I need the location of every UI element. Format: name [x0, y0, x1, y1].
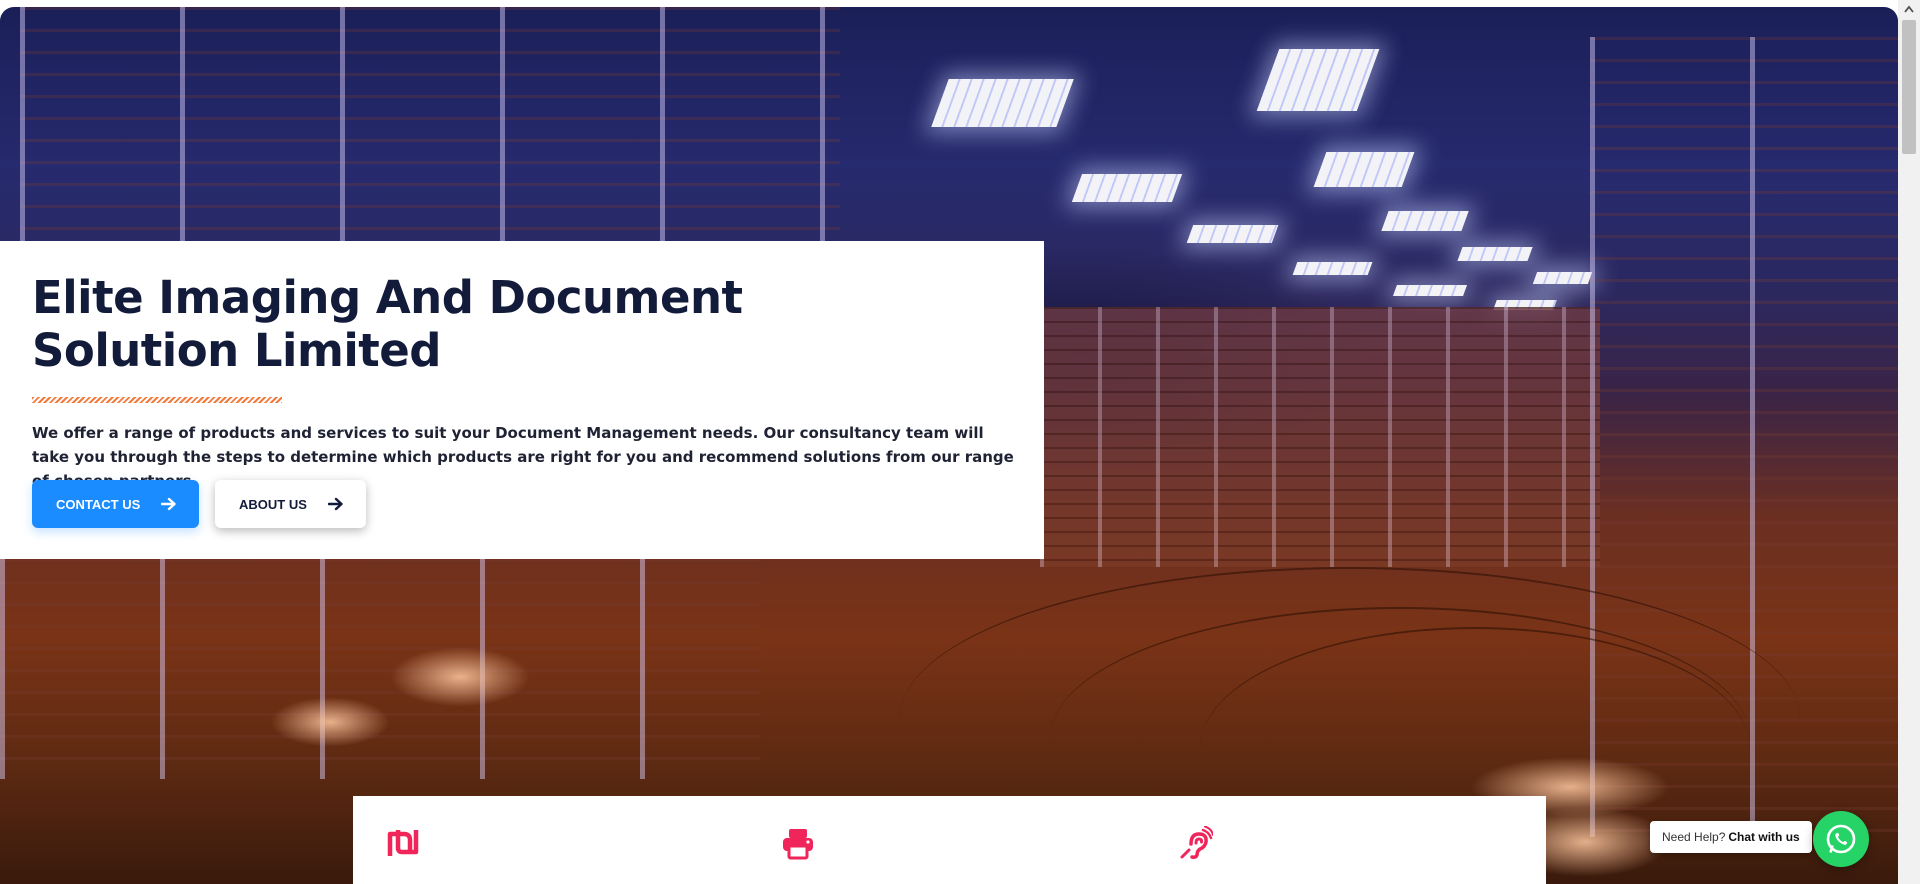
- hero-card: Elite Imaging And Document Solution Limi…: [0, 241, 1044, 559]
- printer-icon: [783, 829, 813, 860]
- chat-prompt-prefix: Need Help?: [1662, 830, 1726, 844]
- about-us-button[interactable]: ABOUT US: [215, 480, 366, 528]
- arrow-right-icon: [328, 497, 343, 511]
- caret-up-icon: [1904, 5, 1914, 13]
- whatsapp-icon: [1826, 824, 1856, 854]
- arrow-right-icon: [161, 497, 176, 511]
- contact-us-label: CONTACT US: [56, 496, 141, 512]
- title-divider: [32, 397, 282, 403]
- chat-prompt-bubble[interactable]: Need Help? Chat with us: [1650, 821, 1812, 853]
- shekel-icon: [387, 830, 419, 856]
- features-strip: [353, 796, 1546, 884]
- scroll-thumb[interactable]: [1902, 20, 1916, 154]
- hearing-assistance-icon: [1180, 826, 1213, 859]
- chat-prompt-label: Chat with us: [1728, 830, 1800, 844]
- about-us-label: ABOUT US: [239, 496, 307, 512]
- vertical-scrollbar[interactable]: [1898, 0, 1920, 884]
- whatsapp-chat-button[interactable]: [1813, 811, 1869, 867]
- page: Elite Imaging And Document Solution Limi…: [0, 0, 1920, 884]
- scroll-up-button[interactable]: [1898, 0, 1920, 18]
- page-title: Elite Imaging And Document Solution Limi…: [32, 271, 743, 377]
- contact-us-button[interactable]: CONTACT US: [32, 480, 199, 528]
- hero-actions: CONTACT US ABOUT US: [32, 480, 366, 528]
